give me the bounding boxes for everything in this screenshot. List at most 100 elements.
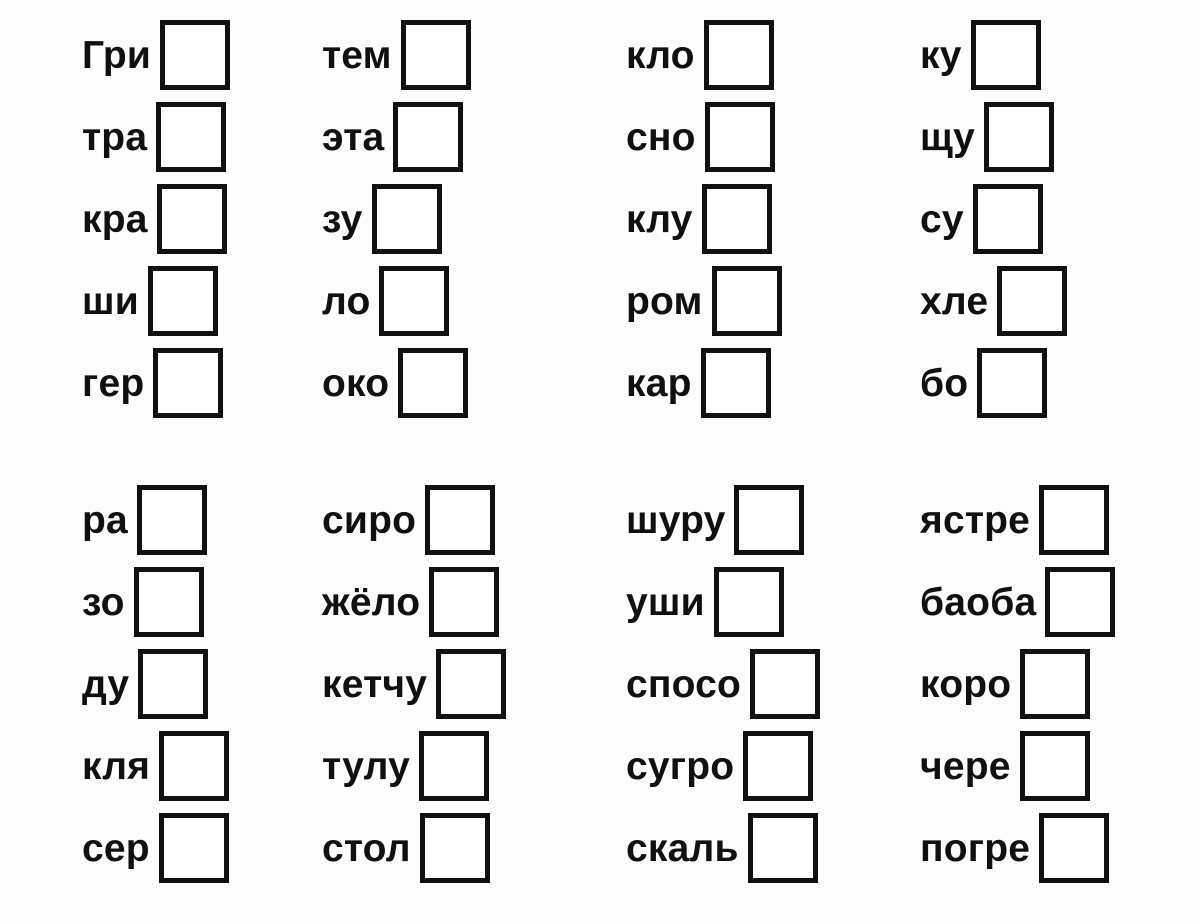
syllable-row: ши — [82, 260, 300, 342]
syllable-text: эта — [322, 115, 385, 159]
answer-box[interactable] — [419, 813, 490, 883]
answer-box[interactable] — [159, 731, 230, 801]
syllable-row: тулу — [322, 725, 600, 807]
syllable-column-top-3: кло сно клу ром кар — [600, 14, 900, 424]
answer-box[interactable] — [136, 485, 207, 555]
answer-box[interactable] — [1045, 567, 1116, 637]
answer-box[interactable] — [425, 485, 496, 555]
syllable-row: Гри — [82, 14, 300, 96]
answer-box[interactable] — [747, 813, 818, 883]
syllable-text: сугро — [626, 744, 735, 788]
syllable-text: погре — [920, 826, 1031, 870]
answer-box[interactable] — [133, 567, 204, 637]
syllable-row: хле — [920, 260, 1200, 342]
syllable-text: клу — [626, 197, 693, 241]
syllable-column-top-2: тем эта зу ло око — [300, 14, 600, 424]
answer-box[interactable] — [972, 184, 1043, 254]
answer-box[interactable] — [713, 567, 784, 637]
syllable-text: ду — [82, 662, 130, 706]
syllable-column-bottom-3: шуру уши спосо сугро скаль — [600, 479, 900, 889]
answer-box[interactable] — [429, 567, 500, 637]
answer-box[interactable] — [711, 266, 782, 336]
syllable-row: зо — [82, 561, 300, 643]
answer-box[interactable] — [436, 649, 507, 719]
answer-box[interactable] — [1039, 813, 1110, 883]
answer-box[interactable] — [750, 649, 821, 719]
answer-box[interactable] — [1020, 649, 1091, 719]
syllable-text: кар — [626, 361, 692, 405]
syllable-text: ши — [82, 279, 139, 323]
answer-box[interactable] — [1039, 485, 1110, 555]
answer-box[interactable] — [393, 102, 464, 172]
syllable-row: сиро — [322, 479, 600, 561]
syllable-text: баоба — [920, 580, 1037, 624]
answer-box[interactable] — [970, 20, 1041, 90]
syllable-text: щу — [920, 115, 975, 159]
answer-box[interactable] — [400, 20, 471, 90]
syllable-row: шуру — [626, 479, 900, 561]
answer-box[interactable] — [371, 184, 442, 254]
answer-box[interactable] — [147, 266, 218, 336]
worksheet-page: Гри тра кра ши гер тем эта зу ло око кло… — [0, 0, 1200, 922]
syllable-row: зу — [322, 178, 600, 260]
answer-box[interactable] — [1019, 731, 1090, 801]
syllable-row: су — [920, 178, 1200, 260]
syllable-text: су — [920, 197, 964, 241]
syllable-text: Гри — [82, 33, 152, 77]
syllable-row: бо — [920, 342, 1200, 424]
answer-box[interactable] — [704, 102, 775, 172]
answer-box[interactable] — [419, 731, 489, 801]
syllable-text: коро — [920, 662, 1012, 706]
answer-box[interactable] — [160, 20, 231, 90]
syllable-text: око — [322, 361, 390, 405]
syllable-text: тра — [82, 115, 148, 159]
syllable-row: скаль — [626, 807, 900, 889]
syllable-text: шуру — [626, 498, 726, 542]
syllable-text: сер — [82, 826, 150, 870]
syllable-row: сно — [626, 96, 900, 178]
syllable-row: эта — [322, 96, 600, 178]
syllable-block-top: Гри тра кра ши гер тем эта зу ло око кло… — [0, 14, 1200, 424]
syllable-text: чере — [920, 744, 1011, 788]
answer-box[interactable] — [156, 184, 227, 254]
syllable-text: спосо — [626, 662, 742, 706]
syllable-column-bottom-4: ястре баоба коро чере погре — [900, 479, 1200, 889]
syllable-row: клу — [626, 178, 900, 260]
syllable-row: тем — [322, 14, 600, 96]
syllable-text: кло — [626, 33, 695, 77]
syllable-row: ром — [626, 260, 900, 342]
answer-box[interactable] — [398, 348, 469, 418]
answer-box[interactable] — [701, 184, 772, 254]
answer-box[interactable] — [700, 348, 771, 418]
answer-box[interactable] — [158, 813, 229, 883]
syllable-text: стол — [322, 826, 411, 870]
syllable-row: кетчу — [322, 643, 600, 725]
syllable-text: ястре — [920, 498, 1031, 542]
answer-box[interactable] — [997, 266, 1068, 336]
answer-box[interactable] — [379, 266, 450, 336]
answer-box[interactable] — [156, 102, 227, 172]
syllable-text: сиро — [322, 498, 417, 542]
answer-box[interactable] — [734, 485, 805, 555]
answer-box[interactable] — [138, 649, 209, 719]
syllable-row: око — [322, 342, 600, 424]
syllable-row: кло — [626, 14, 900, 96]
syllable-row: спосо — [626, 643, 900, 725]
answer-box[interactable] — [703, 20, 774, 90]
answer-box[interactable] — [977, 348, 1048, 418]
syllable-row: уши — [626, 561, 900, 643]
syllable-column-top-4: ку щу су хле бо — [900, 14, 1200, 424]
syllable-row: стол — [322, 807, 600, 889]
syllable-text: уши — [626, 580, 705, 624]
syllable-column-top-1: Гри тра кра ши гер — [0, 14, 300, 424]
syllable-text: ло — [322, 279, 371, 323]
answer-box[interactable] — [153, 348, 224, 418]
syllable-row: щу — [920, 96, 1200, 178]
answer-box[interactable] — [743, 731, 814, 801]
syllable-text: кетчу — [322, 662, 428, 706]
syllable-text: бо — [920, 361, 969, 405]
syllable-row: кар — [626, 342, 900, 424]
answer-box[interactable] — [984, 102, 1054, 172]
syllable-text: зо — [82, 580, 125, 624]
syllable-row: погре — [920, 807, 1200, 889]
